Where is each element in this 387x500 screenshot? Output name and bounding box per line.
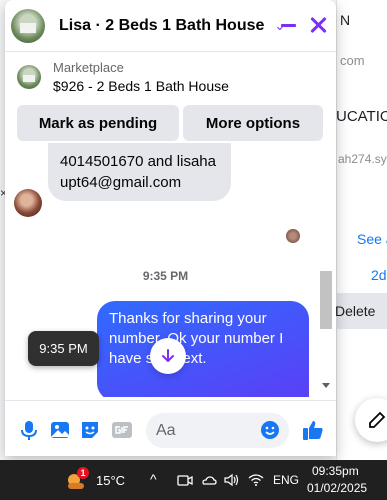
listing-title[interactable]: $926 - 2 Beds 1 Bath House [53,78,229,94]
sender-avatar[interactable] [14,189,42,217]
onedrive-icon[interactable] [201,472,217,488]
incoming-message: 4014501670 and lisahaupt64@gmail.com [48,143,231,201]
arrow-down-icon [162,349,174,362]
minimize-icon[interactable] [281,24,296,27]
marketplace-panel: Marketplace $926 - 2 Beds 1 Bath House M… [5,52,336,142]
message-timestamp: 9:35 PM [142,269,189,283]
message-scrollbar[interactable] [318,271,334,395]
outgoing-message: Thanks for sharing your number. Ok your … [97,301,309,397]
photo-icon[interactable] [49,419,71,441]
listing-thumbnail[interactable] [17,65,41,89]
message-composer [5,400,336,456]
mark-as-pending-button[interactable]: Mark as pending [17,105,179,141]
chat-window: Lisa · 2 Beds 1 Bath House ⌄ Marketplace… [5,0,336,456]
more-options-button[interactable]: More options [183,105,323,141]
marketplace-label: Marketplace [53,60,124,75]
time-tooltip: 9:35 PM [28,331,99,366]
chat-title[interactable]: Lisa · 2 Beds 1 Bath House [59,17,264,35]
clock-date[interactable]: 01/02/2025 [307,481,367,495]
clock-time[interactable]: 09:35pm [312,464,359,478]
background-domain-text: com [340,53,365,68]
sticker-icon[interactable] [79,419,101,441]
background-delete-button[interactable]: Delete [330,293,387,329]
camera-icon[interactable] [177,472,193,488]
tray-chevron-icon[interactable]: ^ [150,471,157,487]
chat-header[interactable]: Lisa · 2 Beds 1 Bath House ⌄ [5,0,336,52]
seen-indicator-avatar [286,229,300,243]
like-icon[interactable] [301,418,325,442]
background-text-top: N [340,12,351,28]
notification-badge: 1 [77,467,89,479]
background-heading: UCATIO [336,108,387,125]
temperature-text[interactable]: 15°C [96,473,125,488]
background-email-text: ah274.sy [338,152,387,166]
gif-icon[interactable] [111,419,133,441]
listing-avatar[interactable] [11,8,45,43]
message-thread: 4014501670 and lisahaupt64@gmail.com 9:3… [5,143,336,397]
wifi-icon[interactable] [248,472,264,488]
background-time-link[interactable]: 2d [371,267,387,283]
language-indicator[interactable]: ENG [273,473,299,487]
emoji-icon[interactable] [260,420,280,440]
edit-icon [369,411,386,428]
scrollbar-thumb[interactable] [320,271,332,329]
volume-icon[interactable] [223,472,239,488]
scrollbar-down-arrow[interactable] [322,383,330,388]
background-see-link[interactable]: See a [357,231,387,247]
scroll-to-bottom-button[interactable] [150,338,186,374]
windows-taskbar: 1 15°C ^ ENG 09:35pm 01/02/2025 [0,460,387,500]
microphone-icon[interactable] [18,419,40,441]
close-icon[interactable] [307,14,329,36]
background-right-panel [336,0,387,460]
